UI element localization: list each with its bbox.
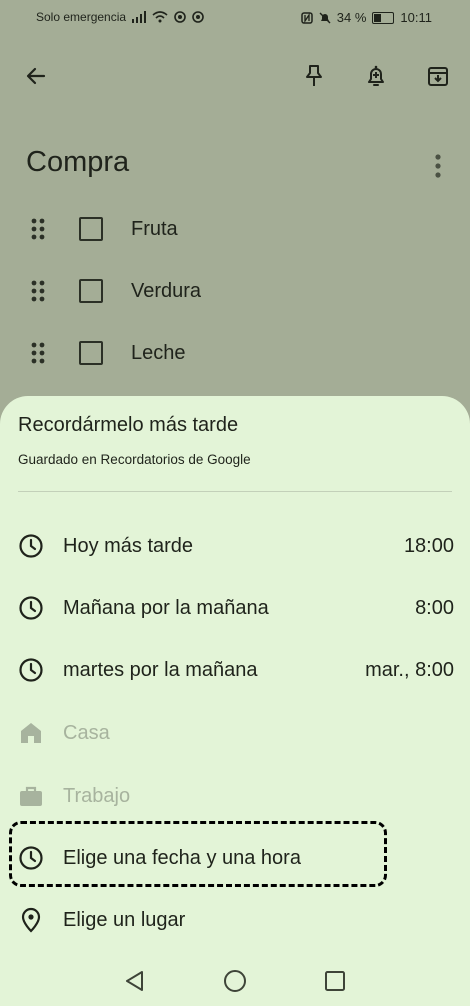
- option-later-today[interactable]: Hoy más tarde 18:00: [0, 520, 470, 572]
- divider: [18, 491, 452, 492]
- item-checkbox[interactable]: [79, 341, 103, 365]
- focus-highlight: [9, 821, 387, 887]
- option-home: Casa: [0, 707, 470, 759]
- wifi-icon: [152, 11, 168, 23]
- option-work: Trabajo: [0, 770, 470, 822]
- option-label: martes por la mañana: [63, 658, 258, 681]
- nav-back-button[interactable]: [120, 966, 150, 996]
- item-checkbox[interactable]: [79, 217, 103, 241]
- add-alert-icon: [368, 65, 384, 86]
- option-label: Hoy más tarde: [63, 534, 194, 557]
- status-bar: Solo emergencia 34 % 10:11: [0, 0, 470, 36]
- option-tuesday-morning[interactable]: martes por la mañana mar., 8:00: [0, 644, 470, 696]
- note-toolbar: [0, 48, 470, 104]
- option-label: Trabajo: [63, 784, 131, 807]
- carrier-text: Solo emergencia: [36, 10, 127, 24]
- option-label: Casa: [63, 721, 110, 744]
- note-title[interactable]: Compra: [26, 146, 129, 179]
- archive-button[interactable]: [418, 56, 458, 96]
- item-label[interactable]: Fruta: [131, 218, 178, 241]
- list-item: Verdura: [0, 266, 470, 316]
- pin-button[interactable]: [294, 56, 334, 96]
- clock-icon: [18, 533, 44, 559]
- triangle-back-icon: [126, 971, 143, 991]
- option-time: mar., 8:00: [365, 658, 454, 681]
- sheet-subtitle: Guardado en Recordatorios de Google: [18, 452, 251, 467]
- reminder-button[interactable]: [356, 56, 396, 96]
- location-pin-icon: [18, 907, 44, 933]
- option-pick-place[interactable]: Elige un lugar: [0, 894, 470, 946]
- back-button[interactable]: [16, 56, 56, 96]
- item-checkbox[interactable]: [79, 279, 103, 303]
- option-time: 18:00: [403, 534, 454, 557]
- battery-icon: [372, 11, 395, 24]
- app-notification-icon: [192, 11, 204, 23]
- pin-icon: [306, 65, 322, 86]
- list-item: Leche: [0, 328, 470, 378]
- system-nav-bar: [0, 950, 470, 1006]
- app-notification-icon: [174, 11, 186, 23]
- nfc-icon: [301, 11, 313, 24]
- clock-icon: [18, 657, 44, 683]
- more-options-button[interactable]: [426, 146, 450, 186]
- square-recents-icon: [325, 971, 345, 991]
- circle-home-icon: [224, 970, 246, 992]
- nav-home-button[interactable]: [220, 966, 250, 996]
- arrow-back-icon: [26, 67, 46, 85]
- archive-icon: [428, 67, 448, 86]
- drag-handle-icon[interactable]: [30, 218, 46, 240]
- nav-recents-button[interactable]: [320, 966, 350, 996]
- clock-time: 10:11: [400, 10, 432, 25]
- reminder-bottom-sheet: Recordármelo más tarde Guardado en Recor…: [0, 396, 470, 1006]
- sheet-title: Recordármelo más tarde: [18, 414, 239, 436]
- option-label: Elige un lugar: [63, 908, 186, 931]
- list-item: Fruta: [0, 204, 470, 254]
- drag-handle-icon[interactable]: [30, 280, 46, 302]
- option-label: Mañana por la mañana: [63, 596, 269, 619]
- item-label[interactable]: Leche: [131, 342, 186, 365]
- item-label[interactable]: Verdura: [131, 280, 201, 303]
- option-tomorrow-morning[interactable]: Mañana por la mañana 8:00: [0, 582, 470, 634]
- briefcase-icon: [18, 783, 44, 809]
- more-vert-icon: [435, 154, 441, 178]
- home-icon: [18, 720, 44, 746]
- battery-percent: 34 %: [336, 10, 367, 25]
- clock-icon: [18, 595, 44, 621]
- option-time: 8:00: [415, 596, 454, 619]
- mute-icon: [319, 12, 331, 23]
- signal-icon: [132, 11, 147, 23]
- drag-handle-icon[interactable]: [30, 342, 46, 364]
